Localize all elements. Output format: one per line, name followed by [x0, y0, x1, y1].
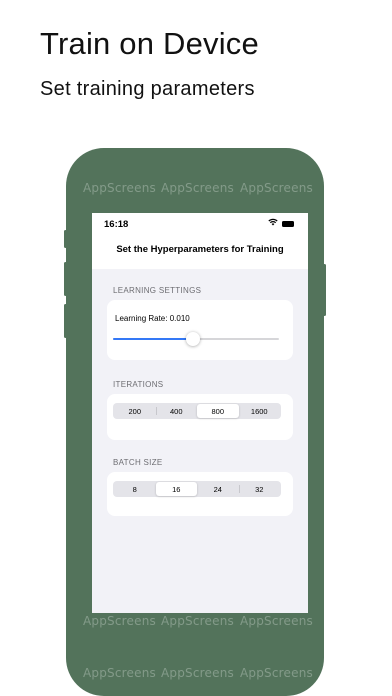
iterations-option[interactable]: 1600: [239, 404, 281, 418]
promo-subtitle: Set training parameters: [40, 78, 255, 100]
settings-list: LEARNING SETTINGS Learning Rate: 0.010 I…: [92, 269, 308, 613]
iterations-segmented-control[interactable]: 200 400 800 1600: [113, 403, 281, 419]
batch-size-option[interactable]: 8: [114, 482, 156, 496]
iterations-card: 200 400 800 1600: [107, 394, 293, 440]
slider-thumb[interactable]: [185, 332, 200, 346]
iterations-option[interactable]: 400: [155, 404, 198, 418]
status-time: 16:18: [104, 219, 129, 230]
promo-title: Train on Device: [40, 26, 259, 61]
batch-size-card: 8 16 24 32: [107, 472, 293, 516]
section-header-iterations: ITERATIONS: [113, 380, 164, 389]
batch-size-option[interactable]: 32: [238, 482, 281, 496]
status-bar: 16:18: [92, 213, 308, 237]
navigation-bar: 16:18 Set the Hyperparameters for Traini…: [92, 213, 308, 269]
iterations-option[interactable]: 800: [197, 404, 239, 418]
watermark-text: AppScreens: [161, 614, 234, 628]
watermark-text: AppScreens: [83, 666, 156, 680]
slider-fill: [113, 338, 193, 340]
watermark-text: AppScreens: [83, 181, 156, 195]
learning-rate-slider[interactable]: [113, 332, 279, 346]
battery-icon: [282, 221, 294, 227]
nav-title: Set the Hyperparameters for Training: [116, 244, 284, 255]
learning-settings-card: Learning Rate: 0.010: [107, 300, 293, 360]
section-header-learning: LEARNING SETTINGS: [113, 286, 202, 295]
watermark-text: AppScreens: [161, 181, 234, 195]
watermark-text: AppScreens: [161, 666, 234, 680]
iterations-option[interactable]: 200: [114, 404, 156, 418]
batch-size-option[interactable]: 16: [155, 482, 197, 496]
watermark-text: AppScreens: [240, 181, 313, 195]
device-screen: 16:18 Set the Hyperparameters for Traini…: [92, 213, 308, 613]
watermark-text: AppScreens: [83, 614, 156, 628]
watermark-text: AppScreens: [240, 614, 313, 628]
section-header-batch-size: BATCH SIZE: [113, 458, 163, 467]
batch-size-option[interactable]: 24: [197, 482, 239, 496]
batch-size-segmented-control[interactable]: 8 16 24 32: [113, 481, 281, 497]
watermark-text: AppScreens: [240, 666, 313, 680]
wifi-icon: [268, 218, 278, 228]
learning-rate-label: Learning Rate: 0.010: [115, 314, 190, 323]
